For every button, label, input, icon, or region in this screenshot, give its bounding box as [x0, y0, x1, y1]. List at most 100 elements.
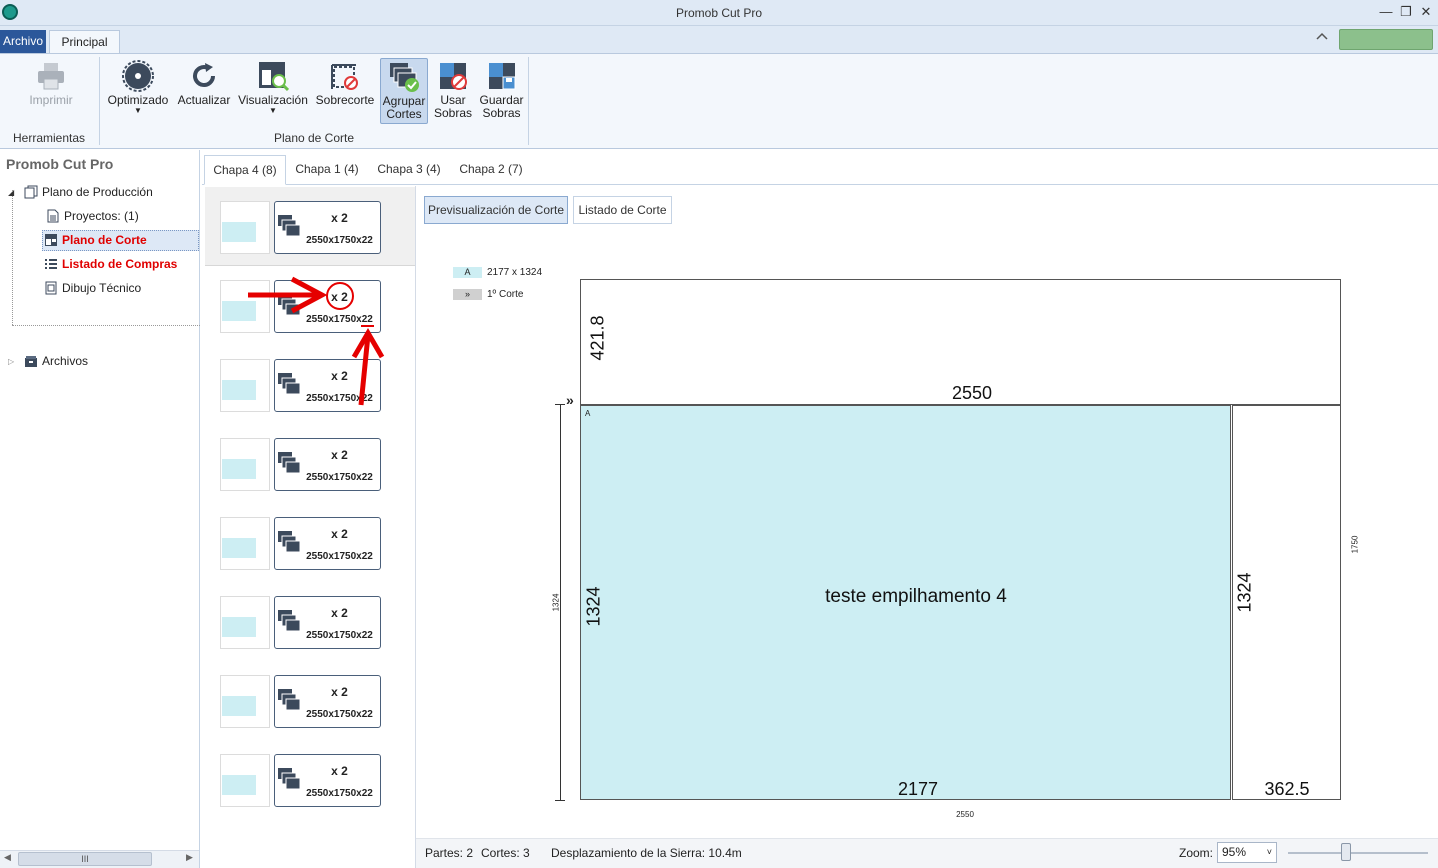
sidebar-item-label: Dibujo Técnico	[62, 281, 142, 295]
save-leftovers-button[interactable]: Guardar Sobras	[478, 58, 525, 124]
refresh-button[interactable]: Actualizar	[175, 58, 233, 124]
sheet-quantity: x 2	[331, 211, 348, 225]
scroll-right-icon[interactable]: ▶	[186, 852, 193, 863]
tab-chapa-1[interactable]: Chapa 1 (4)	[288, 155, 366, 185]
tree-collapsed-icon[interactable]: ▷	[8, 357, 14, 366]
restore-button[interactable]: ❐	[1396, 3, 1416, 21]
scrollbar-thumb[interactable]: III	[18, 852, 152, 866]
save-leftovers-icon	[486, 60, 518, 92]
tab-chapa-2[interactable]: Chapa 2 (7)	[452, 155, 530, 185]
sheet-thumbnail	[220, 201, 270, 254]
legend-cut-swatch: »	[453, 289, 482, 300]
sidebar-item-label: Proyectos: (1)	[64, 209, 139, 223]
top-strip-width-label: 2550	[951, 383, 993, 403]
panel-title: Promob Cut Pro	[6, 156, 114, 172]
save-leftovers-label-2: Sobras	[482, 106, 521, 120]
right-strip-height-label: 1324	[1234, 572, 1255, 613]
sheet-card[interactable]: x 2 2550x1750x22	[274, 201, 381, 254]
zoom-value: 95%	[1222, 845, 1247, 859]
sheet-card[interactable]: x 2 2550x1750x22	[274, 754, 381, 807]
cut-list-button[interactable]: Listado de Corte	[573, 196, 672, 224]
zoom-label: Zoom:	[1179, 846, 1214, 860]
close-button[interactable]: ✕	[1416, 3, 1436, 21]
window-title: Promob Cut Pro	[675, 6, 763, 20]
sidebar-item-technical-drawing[interactable]: Dibujo Técnico	[44, 278, 141, 298]
saw-blade-icon	[122, 60, 154, 92]
refresh-icon	[188, 60, 220, 92]
tab-archivo[interactable]: Archivo	[0, 30, 46, 53]
sheet-card[interactable]: x 2 2550x1750x22	[274, 596, 381, 649]
print-button[interactable]: Imprimir	[22, 58, 80, 124]
sheet-quantity: x 2	[331, 606, 348, 620]
chevron-down-icon: ▼	[269, 106, 277, 115]
list-item[interactable]: x 2 2550x1750x22	[205, 740, 415, 819]
sidebar-item-projects[interactable]: Proyectos: (1)	[46, 206, 139, 226]
left-small-dim: 1324	[551, 593, 561, 612]
scroll-left-icon[interactable]: ◀	[4, 852, 11, 863]
app-logo-icon	[2, 4, 18, 20]
sidebar-item-cut-plan[interactable]: Plano de Corte	[44, 230, 147, 250]
drawing-icon	[44, 281, 58, 295]
list-item[interactable]: x 2 2550x1750x22	[205, 187, 415, 266]
title-bar: Promob Cut Pro	[0, 0, 1438, 26]
zoom-slider-thumb[interactable]	[1341, 843, 1351, 861]
sidebar-item-label: Plano de Corte	[62, 233, 147, 247]
sheet-card[interactable]: x 2 2550x1750x22	[274, 517, 381, 570]
cut-plan-group-label: Plano de Corte	[273, 131, 355, 145]
ribbon-tab-bar	[0, 26, 1438, 53]
group-cuts-icon	[388, 61, 420, 93]
tab-chapa-3[interactable]: Chapa 3 (4)	[370, 155, 448, 185]
sheet-dimensions: 2550x1750x22	[306, 551, 373, 562]
sheet-dimensions: 2550x1750x22	[306, 472, 373, 483]
piece-height-label: 1324	[583, 586, 604, 627]
overcut-button[interactable]: Sobrecorte	[313, 58, 377, 124]
bottom-small-dim: 2550	[956, 810, 974, 819]
sidebar-item-production-plan[interactable]: Plano de Producción	[24, 182, 153, 202]
list-item[interactable]: x 2 2550x1750x22	[205, 424, 415, 503]
use-leftovers-label-2: Sobras	[433, 106, 473, 120]
sidebar-item-files[interactable]: Archivos	[24, 351, 88, 371]
collapse-ribbon-icon[interactable]	[1313, 31, 1331, 47]
tab-chapa-4[interactable]: Chapa 4 (8)	[204, 155, 286, 185]
sheet-dimensions: 2550x1750x22	[306, 630, 373, 641]
sidebar-item-purchase-list[interactable]: Listado de Compras	[44, 254, 177, 274]
status-indicator	[1339, 29, 1433, 50]
dimension-tick	[555, 800, 565, 801]
sheet-thumbnail	[220, 754, 270, 807]
visualization-button[interactable]: Visualización ▼	[236, 58, 310, 124]
legend-piece-dims: 2177 x 1324	[487, 267, 543, 278]
piece-a-code: A	[585, 409, 591, 418]
sheet-thumbnail	[220, 596, 270, 649]
tools-group-label: Herramientas	[12, 131, 86, 145]
sheet-card[interactable]: x 2 2550x1750x22	[274, 438, 381, 491]
use-leftovers-icon	[437, 60, 469, 92]
zoom-select[interactable]: 95% ˅	[1217, 842, 1277, 863]
overcut-label: Sobrecorte	[315, 93, 375, 107]
list-item[interactable]: x 2 2550x1750x22	[205, 661, 415, 740]
group-cuts-button[interactable]: Agrupar Cortes	[380, 58, 428, 124]
optimized-button[interactable]: Optimizado ▼	[105, 58, 171, 124]
zoom-slider-track[interactable]	[1288, 852, 1428, 854]
group-separator	[528, 57, 529, 145]
chevron-down-icon: ▼	[134, 106, 142, 115]
list-item[interactable]: x 2 2550x1750x22	[205, 582, 415, 661]
tree-expanded-icon[interactable]: ◢	[8, 188, 14, 197]
sheet-quantity: x 2	[331, 527, 348, 541]
use-leftovers-button[interactable]: Usar Sobras	[431, 58, 475, 124]
tab-principal[interactable]: Principal	[49, 30, 120, 54]
overcut-icon	[329, 60, 361, 92]
sheet-height-small-dim: 1750	[1350, 535, 1360, 554]
sheet-quantity: x 2	[331, 448, 348, 462]
tree-line	[12, 190, 13, 325]
archive-icon	[24, 354, 38, 368]
preview-cut-button[interactable]: Previsualización de Corte	[424, 196, 568, 224]
visualization-icon	[257, 60, 290, 92]
printer-icon	[35, 60, 67, 92]
saw-travel: Desplazamiento de la Sierra: 10.4m	[551, 846, 742, 860]
documents-icon	[24, 185, 38, 199]
refresh-label: Actualizar	[177, 93, 231, 107]
list-item[interactable]: x 2 2550x1750x22	[205, 503, 415, 582]
minimize-button[interactable]: —	[1376, 3, 1396, 21]
piece-width-label: 2177	[897, 779, 939, 799]
sheet-card[interactable]: x 2 2550x1750x22	[274, 675, 381, 728]
